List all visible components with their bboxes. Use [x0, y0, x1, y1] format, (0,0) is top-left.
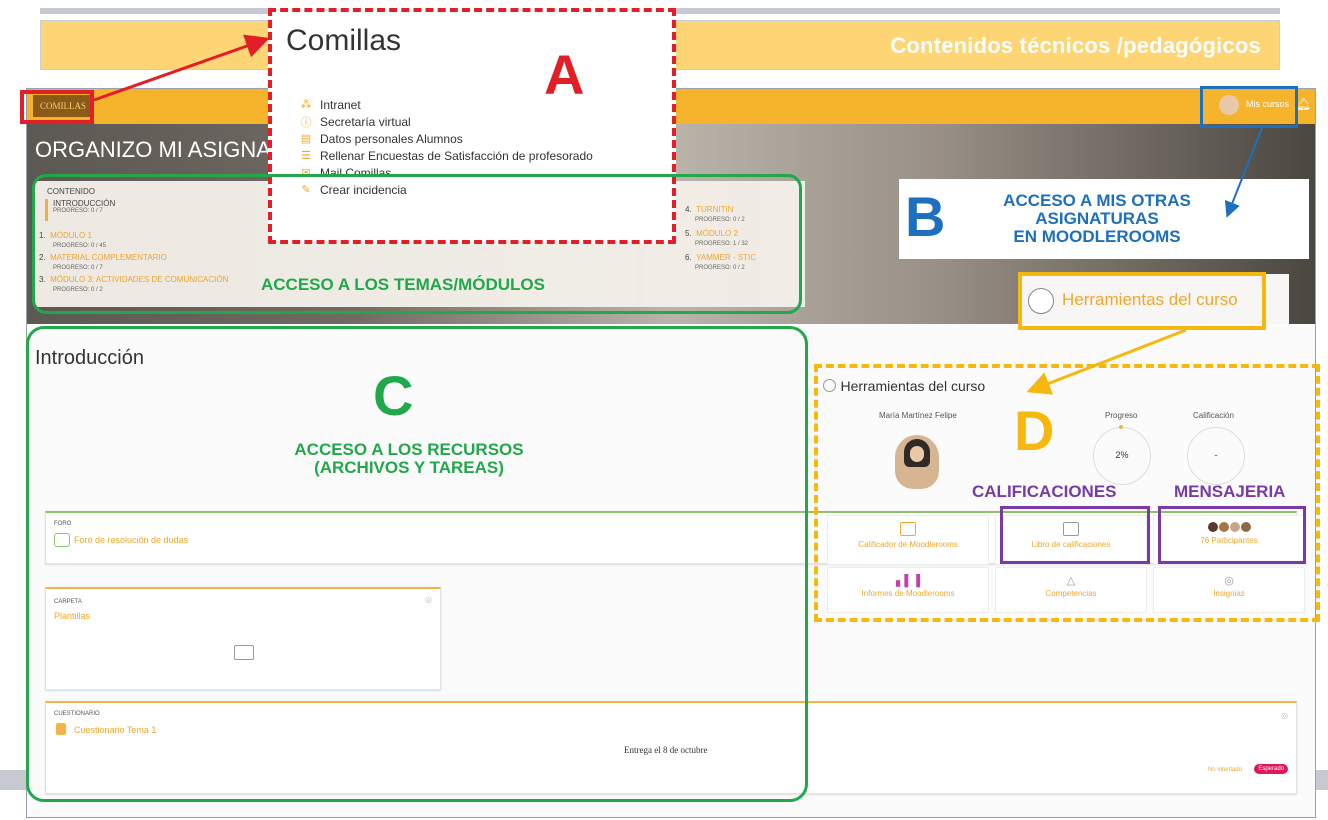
- arrow-b: [1224, 127, 1263, 218]
- arrow-a: [93, 34, 270, 102]
- annotation-arrows: [93, 34, 1263, 395]
- arrow-d: [1026, 328, 1187, 395]
